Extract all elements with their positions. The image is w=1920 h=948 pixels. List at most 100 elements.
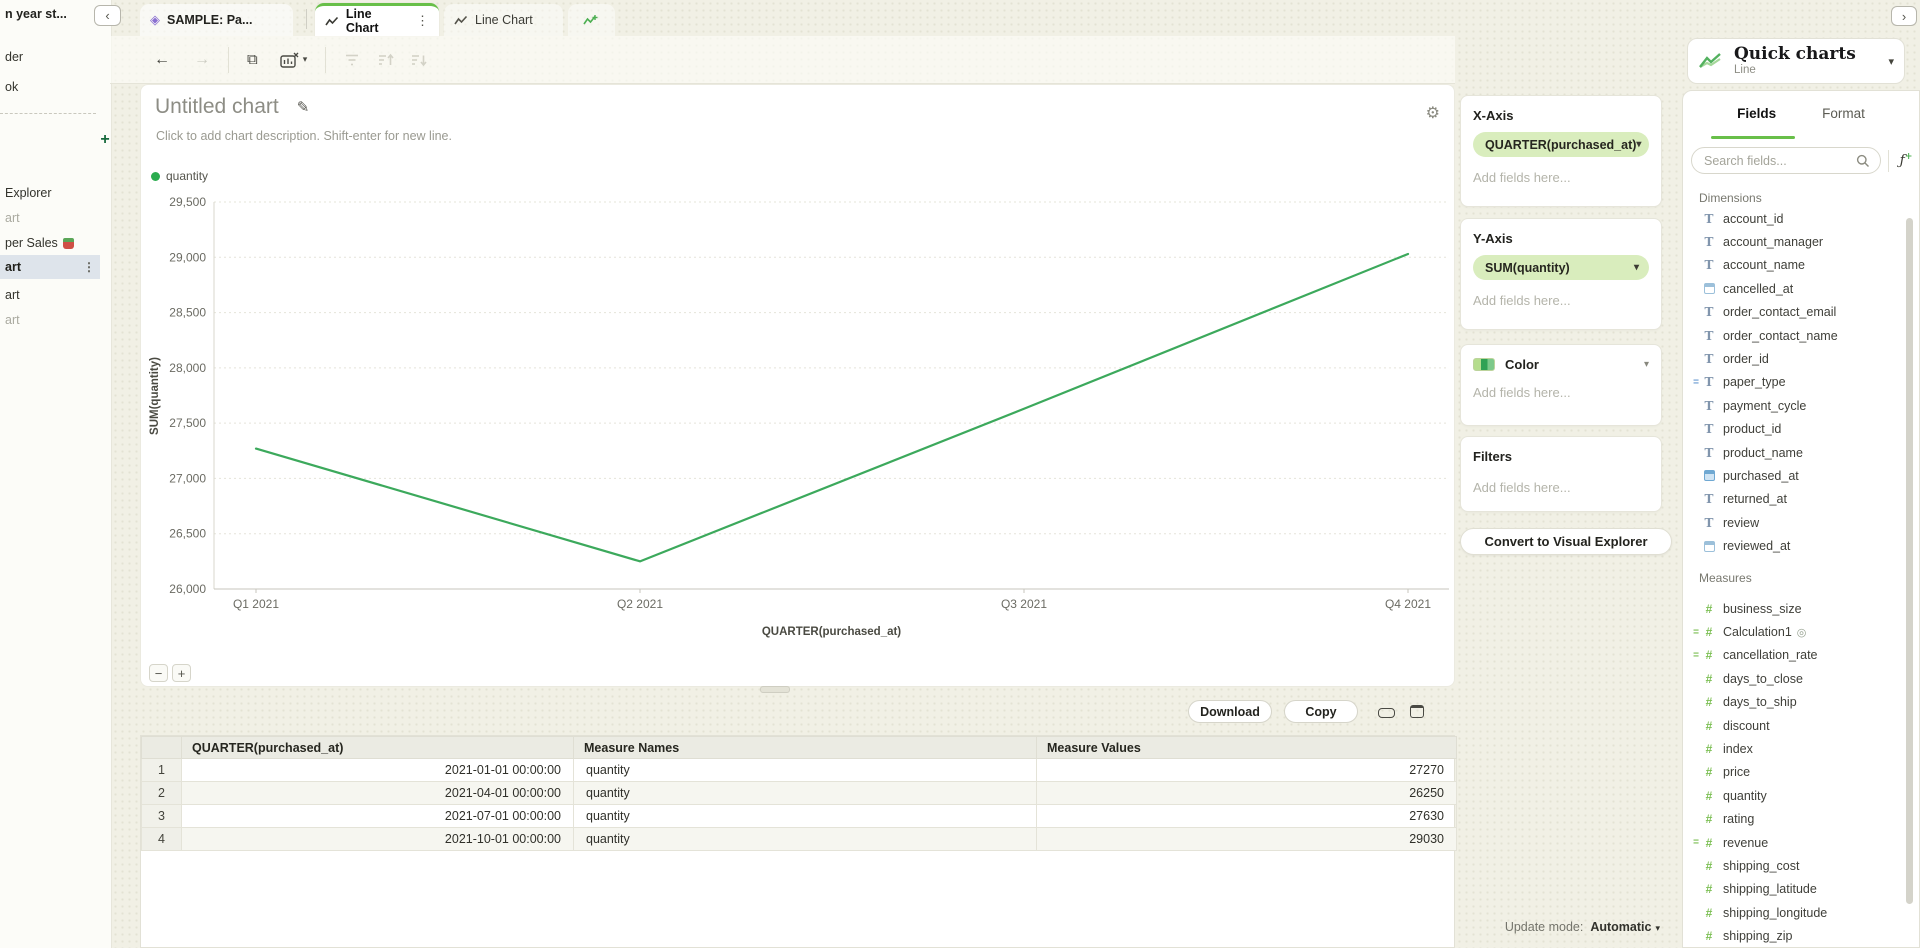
update-mode-row: Update mode:Automatic▾	[1472, 920, 1660, 934]
maximize-results-icon[interactable]	[1410, 705, 1424, 718]
svg-text:29,000: 29,000	[169, 250, 206, 264]
add-formula-button[interactable]: ƒ+	[1894, 149, 1918, 172]
tab-fields[interactable]: Fields	[1737, 106, 1776, 121]
measure-shipping_longitude[interactable]: #shipping_longitude	[1689, 901, 1899, 924]
dimension-payment_cycle[interactable]: Tpayment_cycle	[1689, 394, 1899, 417]
svg-text:29,500: 29,500	[169, 195, 206, 209]
copy-button[interactable]: Copy	[1284, 700, 1358, 723]
svg-text:27,500: 27,500	[169, 416, 206, 430]
dimension-account_name[interactable]: Taccount_name	[1689, 254, 1899, 277]
download-button[interactable]: Download	[1188, 700, 1272, 723]
y-axis-field-pill[interactable]: SUM(quantity) ▾	[1473, 255, 1649, 280]
update-mode-caret[interactable]: ▾	[1655, 923, 1660, 933]
measure-business_size[interactable]: #business_size	[1689, 597, 1899, 620]
change-chart-type-icon[interactable]	[280, 52, 299, 68]
duplicate-chart-icon[interactable]: ⧉	[247, 51, 258, 68]
measure-revenue[interactable]: =#revenue	[1689, 831, 1899, 854]
chevron-down-icon[interactable]: ▾	[303, 54, 308, 65]
text-icon: T	[1701, 352, 1717, 366]
sidebar-top-label[interactable]: n year st...	[5, 7, 67, 21]
measure-days_to_close[interactable]: #days_to_close	[1689, 667, 1899, 690]
dimension-product_name[interactable]: Tproduct_name	[1689, 441, 1899, 464]
tab-sample[interactable]: ◈ SAMPLE: Pa...	[140, 4, 293, 36]
tab-line-chart-2[interactable]: Line Chart	[444, 4, 563, 36]
search-input[interactable]: Search fields...	[1691, 147, 1881, 174]
sidebar-item[interactable]: art	[0, 308, 100, 332]
dimension-reviewed_at[interactable]: reviewed_at	[1689, 534, 1899, 557]
dimension-paper_type[interactable]: =Tpaper_type	[1689, 371, 1899, 394]
svg-text:28,000: 28,000	[169, 361, 206, 375]
measure-shipping_zip[interactable]: #shipping_zip	[1689, 924, 1899, 947]
sidebar-item[interactable]: art	[0, 283, 100, 307]
quick-charts-card[interactable]: Quick charts Line ▾	[1687, 38, 1905, 84]
text-icon: T	[1701, 399, 1717, 413]
x-axis-field-pill[interactable]: QUARTER(purchased_at) ▾	[1473, 132, 1649, 157]
convert-button[interactable]: Convert to Visual Explorer	[1460, 528, 1672, 555]
sidebar-add-button[interactable]: +	[95, 130, 115, 150]
x-axis-title: X-Axis	[1473, 108, 1649, 123]
dimension-purchased_at[interactable]: purchased_at	[1689, 464, 1899, 487]
dimension-order_contact_email[interactable]: Torder_contact_email	[1689, 301, 1899, 324]
sidebar-item[interactable]: art	[0, 206, 100, 230]
table-row[interactable]: 32021-07-01 00:00:00quantity27630	[142, 805, 1457, 828]
table-column-header	[142, 737, 182, 759]
update-mode-value[interactable]: Automatic	[1590, 920, 1651, 934]
dimension-cancelled_at[interactable]: cancelled_at	[1689, 277, 1899, 300]
new-chart-icon	[583, 14, 600, 26]
kebab-menu-icon[interactable]: ⋮	[83, 260, 95, 274]
table-row[interactable]: 22021-04-01 00:00:00quantity26250	[142, 782, 1457, 805]
expand-panel-button[interactable]: ›	[1891, 6, 1917, 26]
measure-price[interactable]: #price	[1689, 761, 1899, 784]
dimension-review[interactable]: Treview	[1689, 511, 1899, 534]
new-chart-tab[interactable]	[568, 4, 615, 36]
color-dropzone[interactable]: Add fields here...	[1473, 385, 1649, 400]
minimize-results-icon[interactable]	[1378, 708, 1395, 718]
sidebar-item-label: art	[5, 288, 20, 302]
sidebar-divider	[0, 113, 96, 114]
dimension-product_id[interactable]: Tproduct_id	[1689, 418, 1899, 441]
filter-icon	[344, 53, 360, 67]
chevron-down-icon[interactable]: ▾	[1644, 359, 1649, 370]
sidebar-item[interactable]: per Sales	[0, 231, 100, 255]
tab-line-chart-active[interactable]: Line Chart ⋮	[315, 3, 439, 36]
measure-days_to_ship[interactable]: #days_to_ship	[1689, 691, 1899, 714]
filters-dropzone[interactable]: Add fields here...	[1473, 480, 1649, 495]
measure-shipping_cost[interactable]: #shipping_cost	[1689, 854, 1899, 877]
sidebar-file[interactable]: ok	[5, 80, 18, 94]
measure-discount[interactable]: #discount	[1689, 714, 1899, 737]
dimension-account_id[interactable]: Taccount_id	[1689, 207, 1899, 230]
results-panel: QUARTER(purchased_at)Measure NamesMeasur…	[140, 735, 1455, 948]
measure-Calculation1[interactable]: =#Calculation1◎	[1689, 620, 1899, 643]
tab-menu-icon[interactable]: ⋮	[416, 13, 429, 29]
sidebar-item[interactable]: art⋮	[0, 255, 100, 279]
measure-rating[interactable]: #rating	[1689, 808, 1899, 831]
back-icon[interactable]: ←	[154, 51, 170, 69]
table-column-header: QUARTER(purchased_at)	[182, 737, 574, 759]
quick-charts-caret[interactable]: ▾	[1888, 55, 1894, 68]
tab-format[interactable]: Format	[1822, 106, 1865, 121]
zoom-in-button[interactable]: +	[172, 664, 191, 682]
field-name: shipping_zip	[1723, 929, 1793, 943]
resize-gripper[interactable]	[760, 686, 790, 693]
sidebar-file[interactable]: der	[5, 50, 23, 64]
fields-scrollbar[interactable]	[1906, 218, 1913, 904]
dimension-order_id[interactable]: Torder_id	[1689, 347, 1899, 370]
chevron-down-icon: ▾	[1636, 139, 1641, 150]
measure-shipping_latitude[interactable]: #shipping_latitude	[1689, 878, 1899, 901]
toolbar: ← → ⧉ ▾	[110, 36, 1455, 84]
collapse-sidebar-button[interactable]: ‹	[94, 5, 121, 26]
measure-quantity[interactable]: #quantity	[1689, 784, 1899, 807]
measure-index[interactable]: #index	[1689, 737, 1899, 760]
dimension-order_contact_name[interactable]: Torder_contact_name	[1689, 324, 1899, 347]
sidebar-item[interactable]: Explorer	[0, 181, 100, 205]
x-axis-dropzone[interactable]: Add fields here...	[1473, 170, 1649, 185]
table-row[interactable]: 42021-10-01 00:00:00quantity29030	[142, 828, 1457, 851]
table-row[interactable]: 12021-01-01 00:00:00quantity27270	[142, 759, 1457, 782]
zoom-out-button[interactable]: −	[149, 664, 168, 682]
measure-cancellation_rate[interactable]: =#cancellation_rate	[1689, 644, 1899, 667]
text-icon: T	[1701, 329, 1717, 343]
row-number-cell: 2	[142, 782, 182, 805]
dimension-account_manager[interactable]: Taccount_manager	[1689, 230, 1899, 253]
y-axis-dropzone[interactable]: Add fields here...	[1473, 293, 1649, 308]
dimension-returned_at[interactable]: Treturned_at	[1689, 488, 1899, 511]
